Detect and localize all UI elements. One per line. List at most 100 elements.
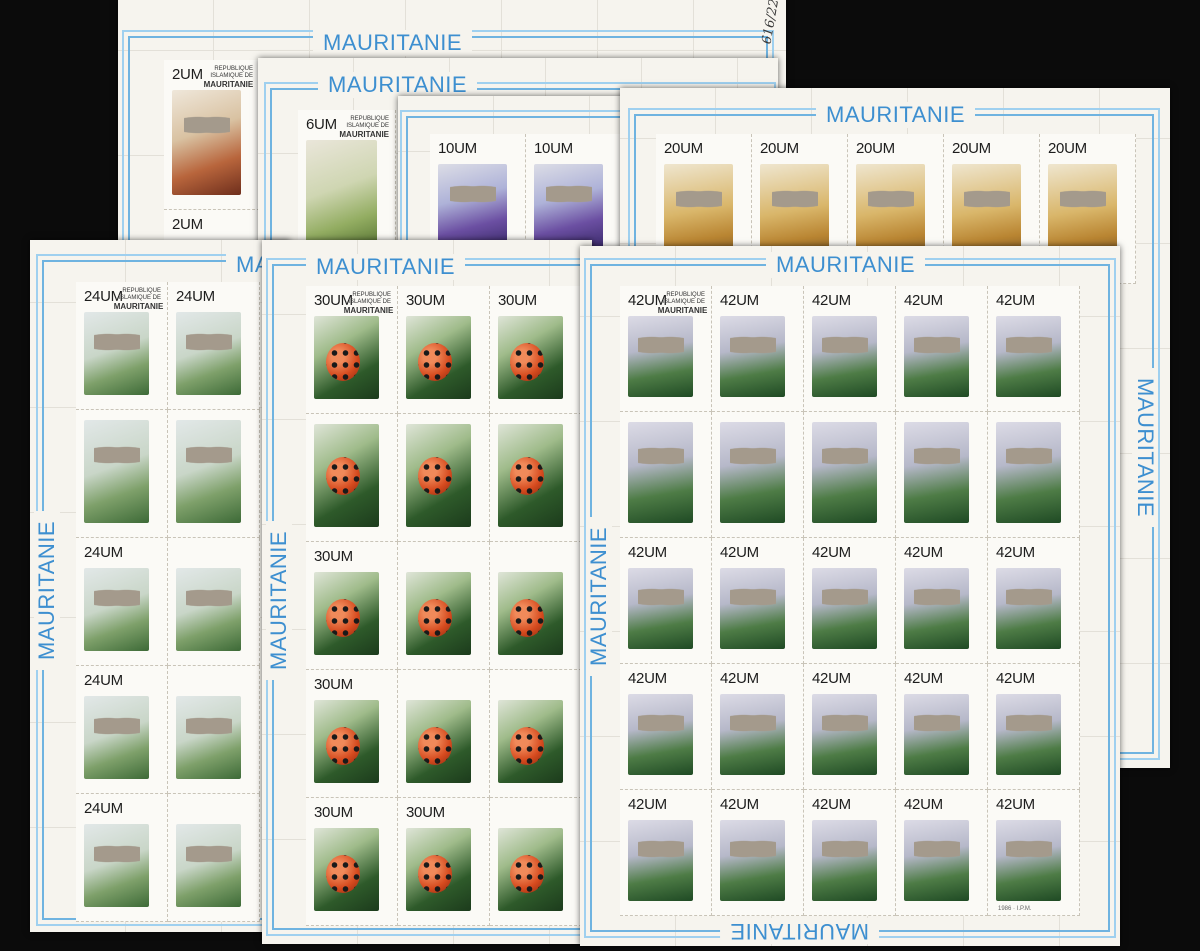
stamp-value: 42UM bbox=[812, 292, 851, 309]
moth-icon bbox=[729, 839, 776, 860]
stamp-illustration bbox=[314, 828, 379, 911]
stamp-illustration bbox=[176, 568, 241, 651]
stamp-value: 10UM bbox=[534, 140, 573, 157]
stamp-illustration bbox=[720, 820, 785, 901]
ladybug-icon bbox=[509, 598, 544, 637]
stamp-illustration bbox=[628, 820, 693, 901]
ladybug-icon bbox=[509, 342, 544, 381]
stamp-value: 2UM bbox=[172, 66, 203, 83]
stamp-illustration bbox=[628, 694, 693, 775]
stamp-value: 30UM bbox=[314, 676, 353, 693]
stamp bbox=[804, 412, 896, 538]
stamp-grid: 30UM REPUBLIQUE ISLAMIQUE DE MAURITANIE 30… bbox=[306, 286, 582, 926]
stamp-issuer: REPUBLIQUE ISLAMIQUE DE MAURITANIE bbox=[113, 288, 164, 311]
moth-icon bbox=[93, 587, 140, 608]
stamp-sheet-24um: MAURITANIE MAURITANIE 24UMREPUBLIQUE ISL… bbox=[30, 240, 290, 932]
stamp bbox=[712, 412, 804, 538]
stamp-illustration bbox=[534, 164, 603, 249]
stamp-issuer: REPUBLIQUE ISLAMIQUE DE MAURITANIE bbox=[203, 66, 254, 89]
stamp-illustration bbox=[172, 90, 241, 195]
stamp: 42UM bbox=[988, 538, 1080, 664]
stamp: 42UM bbox=[896, 664, 988, 790]
stamp bbox=[398, 542, 490, 670]
stamp-illustration bbox=[996, 316, 1061, 397]
stamp-illustration bbox=[314, 572, 379, 655]
stamp-illustration bbox=[314, 316, 379, 399]
stamp-illustration bbox=[628, 316, 693, 397]
stamp-illustration bbox=[84, 824, 149, 907]
stamp: 24UM bbox=[168, 282, 260, 410]
moth-icon bbox=[821, 713, 868, 734]
stamp-illustration bbox=[812, 568, 877, 649]
stamp-value: 42UM bbox=[904, 670, 943, 687]
stamp-sheet-30um: MAURITANIE MAURITANIE 30UM REPUBLIQUE ISL… bbox=[262, 240, 592, 944]
stamp: 42UM bbox=[804, 664, 896, 790]
ladybug-icon bbox=[417, 456, 452, 495]
stamp-illustration bbox=[84, 568, 149, 651]
moth-icon bbox=[729, 446, 776, 467]
sheet-title: MAURITANIE bbox=[318, 72, 478, 98]
moth-icon bbox=[637, 839, 684, 860]
stamp: 42UM bbox=[712, 790, 804, 916]
stamp: 24UM REPUBLIQUE ISLAMIQUE DE MAURITANIE bbox=[76, 282, 168, 410]
stamp: 30UM bbox=[398, 286, 490, 414]
stamp-value: 24UM bbox=[176, 288, 215, 305]
stamp bbox=[168, 538, 260, 666]
stamp: 42UM bbox=[988, 286, 1080, 412]
stamp-value: 42UM bbox=[996, 670, 1035, 687]
ladybug-icon bbox=[417, 342, 452, 381]
ladybug-icon bbox=[509, 456, 544, 495]
stamp-illustration bbox=[406, 572, 471, 655]
stamp: 42UM bbox=[896, 538, 988, 664]
stamp-illustration bbox=[176, 696, 241, 779]
stamp-illustration bbox=[996, 820, 1061, 901]
stamp: 42UM bbox=[988, 664, 1080, 790]
moth-icon bbox=[729, 587, 776, 608]
stamp-illustration bbox=[84, 696, 149, 779]
moth-icon bbox=[185, 587, 232, 608]
moth-icon bbox=[1005, 587, 1052, 608]
stamp-illustration bbox=[720, 422, 785, 523]
stamp bbox=[168, 794, 260, 922]
stamp-illustration bbox=[812, 422, 877, 523]
ladybug-icon bbox=[325, 854, 360, 893]
stamp bbox=[168, 666, 260, 794]
ladybug-icon bbox=[325, 342, 360, 381]
moth-icon bbox=[867, 189, 914, 210]
stamp bbox=[988, 412, 1080, 538]
stamp bbox=[490, 542, 582, 670]
moth-icon bbox=[637, 587, 684, 608]
sheet-side-title: MAURITANIE bbox=[266, 520, 292, 680]
moth-icon bbox=[771, 189, 818, 210]
ladybug-icon bbox=[325, 726, 360, 765]
stamp-illustration bbox=[306, 140, 377, 245]
stamp-value: 24UM bbox=[84, 800, 123, 817]
moth-icon bbox=[821, 335, 868, 356]
stamp-issuer: REPUBLIQUE ISLAMIQUE DE MAURITANIE bbox=[343, 292, 394, 315]
stamp: 42UM bbox=[804, 286, 896, 412]
stamp-illustration bbox=[498, 572, 563, 655]
moth-icon bbox=[729, 335, 776, 356]
photo-scene: MAURITANIE 616/22 2UM REPUBLIQUE ISLAMIQ… bbox=[0, 0, 1200, 951]
stamp-grid: 6UM REPUBLIQUE ISLAMIQUE DE MAURITANIE bbox=[298, 110, 396, 258]
stamp-value: 42UM bbox=[904, 544, 943, 561]
stamp-illustration bbox=[904, 568, 969, 649]
stamp-illustration bbox=[498, 700, 563, 783]
stamp-value: 30UM bbox=[406, 804, 445, 821]
moth-icon bbox=[913, 335, 960, 356]
sheet-title: MAURITANIE bbox=[766, 252, 926, 278]
stamp: 6UM REPUBLIQUE ISLAMIQUE DE MAURITANIE bbox=[298, 110, 396, 258]
stamp-illustration bbox=[720, 316, 785, 397]
moth-icon bbox=[1005, 335, 1052, 356]
ladybug-icon bbox=[417, 726, 452, 765]
stamp-illustration bbox=[498, 316, 563, 399]
stamp-illustration bbox=[720, 694, 785, 775]
stamp: 42UM bbox=[620, 538, 712, 664]
stamp-value: 42UM bbox=[628, 670, 667, 687]
stamp-illustration bbox=[996, 568, 1061, 649]
stamp: 10UM bbox=[526, 134, 622, 256]
stamp-illustration bbox=[904, 694, 969, 775]
stamp: 30UM bbox=[306, 542, 398, 670]
ladybug-icon bbox=[509, 854, 544, 893]
stamp-illustration bbox=[812, 820, 877, 901]
